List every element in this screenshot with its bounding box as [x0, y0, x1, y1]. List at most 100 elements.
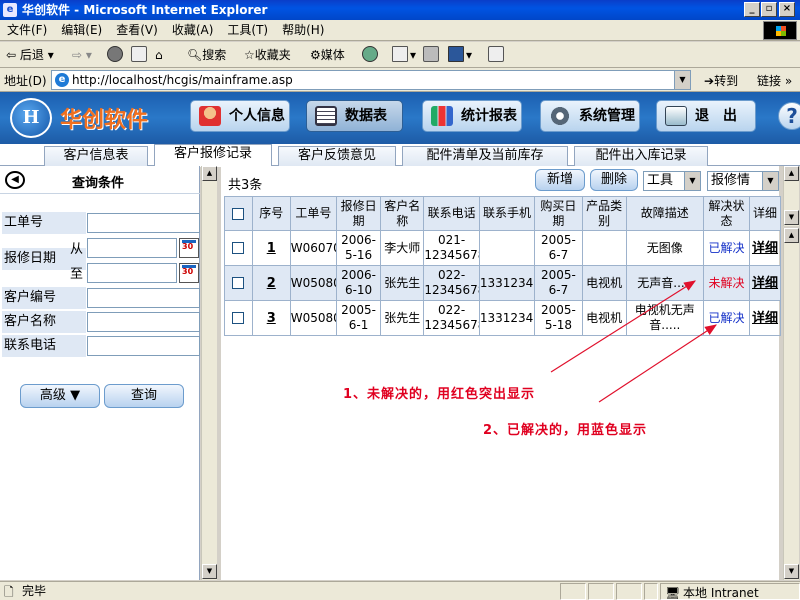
tab-bar: 客户信息表 客户报修记录 客户反馈意见 配件清单及当前库存 配件出入库记录: [0, 144, 800, 167]
customer-name-label: 客户名称: [2, 311, 86, 333]
tab-parts-io-records[interactable]: 配件出入库记录: [574, 146, 708, 166]
go-arrow-icon: ➔: [704, 74, 715, 88]
menu-view[interactable]: 查看(V): [109, 20, 165, 41]
toolbar-scrollbar[interactable]: ▲ ▼: [783, 166, 799, 226]
calendar-from-icon[interactable]: [179, 238, 199, 258]
address-input[interactable]: e http://localhost/hcgis/mainframe.asp ▼: [51, 70, 691, 90]
status-page-icon: 🗋︎: [4, 585, 14, 599]
annotation-resolved-note: 2、已解决的，用蓝色显示: [483, 423, 648, 438]
address-label: 地址(D): [4, 74, 47, 88]
address-url: http://localhost/hcgis/mainframe.asp: [72, 73, 293, 87]
ie-app-icon: e: [3, 3, 17, 17]
status-cell: [616, 583, 642, 600]
media-button[interactable]: ⚙︎媒体: [310, 45, 345, 65]
logo-icon: H: [10, 98, 52, 138]
customer-name-input[interactable]: [87, 312, 200, 332]
close-button[interactable]: ×: [779, 2, 795, 17]
phone-input[interactable]: [87, 336, 200, 356]
window-title: 华创软件 - Microsoft Internet Explorer: [22, 3, 268, 17]
system-management-button[interactable]: 系统管理: [540, 100, 640, 132]
go-button[interactable]: ➔转到: [704, 72, 738, 89]
gear-icon: [549, 106, 571, 126]
customer-no-label: 客户编号: [2, 287, 86, 309]
work-no-label: 工单号: [2, 212, 86, 234]
tab-customer-feedback[interactable]: 客户反馈意见: [278, 146, 396, 166]
query-panel: ◀ 查询条件 工单号 报修日期 从 至 客户编号 客户名称 联系电话 高级 ▼ …: [0, 166, 200, 580]
triangle-down-icon: ▼: [70, 388, 81, 403]
scroll-down-icon[interactable]: ▼: [202, 564, 217, 579]
refresh-icon: [131, 46, 147, 62]
word-icon: [448, 46, 464, 62]
menu-bar: 文件(F) 编辑(E) 查看(V) 收藏(A) 工具(T) 帮助(H): [0, 20, 800, 41]
advanced-button[interactable]: 高级 ▼: [20, 384, 100, 408]
home-button[interactable]: ⌂: [155, 45, 163, 65]
mail-button[interactable]: ▾: [392, 45, 416, 65]
bar-chart-icon: [431, 106, 453, 126]
windows-logo-icon: [763, 21, 797, 40]
discuss-button[interactable]: [488, 45, 506, 65]
scroll-up-icon[interactable]: ▲: [784, 228, 799, 243]
edit-button[interactable]: ▾: [448, 45, 472, 65]
media-icon: ⚙︎: [310, 48, 321, 62]
menu-edit[interactable]: 编辑(E): [54, 20, 109, 41]
stop-icon: [107, 46, 123, 62]
table-icon: [315, 106, 337, 126]
menu-tools[interactable]: 工具(T): [220, 20, 275, 41]
minimize-button[interactable]: _: [744, 2, 760, 17]
annotation-arrows: [550, 280, 718, 403]
favorites-icon: ☆: [244, 48, 255, 62]
work-no-input[interactable]: [87, 213, 200, 233]
help-button[interactable]: ?: [778, 102, 800, 130]
personal-info-button[interactable]: 个人信息: [190, 100, 290, 132]
scroll-down-icon[interactable]: ▼: [784, 564, 799, 579]
status-cell: [644, 583, 658, 600]
left-panel-scrollbar[interactable]: ▲ ▼: [201, 166, 217, 580]
scroll-down-icon[interactable]: ▼: [784, 210, 799, 225]
data-table-button[interactable]: 数据表: [306, 100, 403, 132]
tab-parts-inventory[interactable]: 配件清单及当前库存: [402, 146, 568, 166]
favorites-button[interactable]: ☆收藏夹: [244, 45, 291, 65]
refresh-button[interactable]: [131, 45, 149, 65]
stop-button[interactable]: [107, 45, 125, 65]
back-arrow-icon: ⇦: [6, 48, 17, 62]
zone-indicator: 🖥︎ 本地 Intranet: [660, 583, 800, 600]
date-to-label: 至: [70, 267, 84, 282]
address-bar: 地址(D) e http://localhost/hcgis/mainframe…: [0, 68, 800, 92]
maximize-button[interactable]: ▫: [761, 2, 777, 17]
date-to-input[interactable]: [87, 263, 177, 283]
query-panel-title: 查询条件: [72, 176, 125, 191]
calendar-to-icon[interactable]: [179, 263, 199, 283]
links-button[interactable]: 链接 »: [757, 72, 792, 89]
status-cell: [588, 583, 614, 600]
scroll-up-icon[interactable]: ▲: [784, 166, 799, 181]
statistics-report-button[interactable]: 统计报表: [422, 100, 522, 132]
query-button[interactable]: 查询: [104, 384, 184, 408]
forward-button[interactable]: ⇨ ▾: [72, 45, 92, 65]
mail-icon: [392, 46, 408, 62]
discuss-icon: [488, 46, 504, 62]
brand-name: 华创软件: [60, 108, 149, 133]
tab-repair-records[interactable]: 客户报修记录: [154, 144, 272, 167]
arrow-to-unresolved: [550, 280, 697, 373]
menu-file[interactable]: 文件(F): [0, 20, 54, 41]
menu-help[interactable]: 帮助(H): [275, 20, 331, 41]
address-dropdown-icon[interactable]: ▼: [674, 71, 690, 89]
person-icon: [199, 106, 221, 126]
grid-scrollbar[interactable]: ▲ ▼: [783, 228, 799, 580]
customer-no-input[interactable]: [87, 288, 200, 308]
search-button[interactable]: 🔍︎搜索: [187, 45, 226, 65]
exit-button[interactable]: 退 出: [656, 100, 756, 132]
exit-icon: [665, 106, 687, 126]
tab-customer-info[interactable]: 客户信息表: [44, 146, 148, 166]
status-bar: 🗋︎ 完毕 🖥︎ 本地 Intranet: [0, 581, 800, 600]
scroll-up-icon[interactable]: ▲: [202, 166, 217, 181]
browser-toolbar: ⇦ 后退 ▾ ⇨ ▾ ⌂ 🔍︎搜索 ☆收藏夹 ⚙︎媒体 ▾ ▾: [0, 42, 800, 68]
app-header: H 华创软件 个人信息 数据表 统计报表 系统管理 退 出 ?: [0, 92, 800, 144]
back-button[interactable]: ⇦ 后退 ▾: [6, 45, 54, 65]
print-button[interactable]: [423, 45, 441, 65]
date-from-input[interactable]: [87, 238, 177, 258]
menu-favorites[interactable]: 收藏(A): [165, 20, 221, 41]
history-button[interactable]: [362, 45, 380, 65]
phone-label: 联系电话: [2, 335, 86, 357]
collapse-left-icon[interactable]: ◀: [5, 171, 25, 189]
